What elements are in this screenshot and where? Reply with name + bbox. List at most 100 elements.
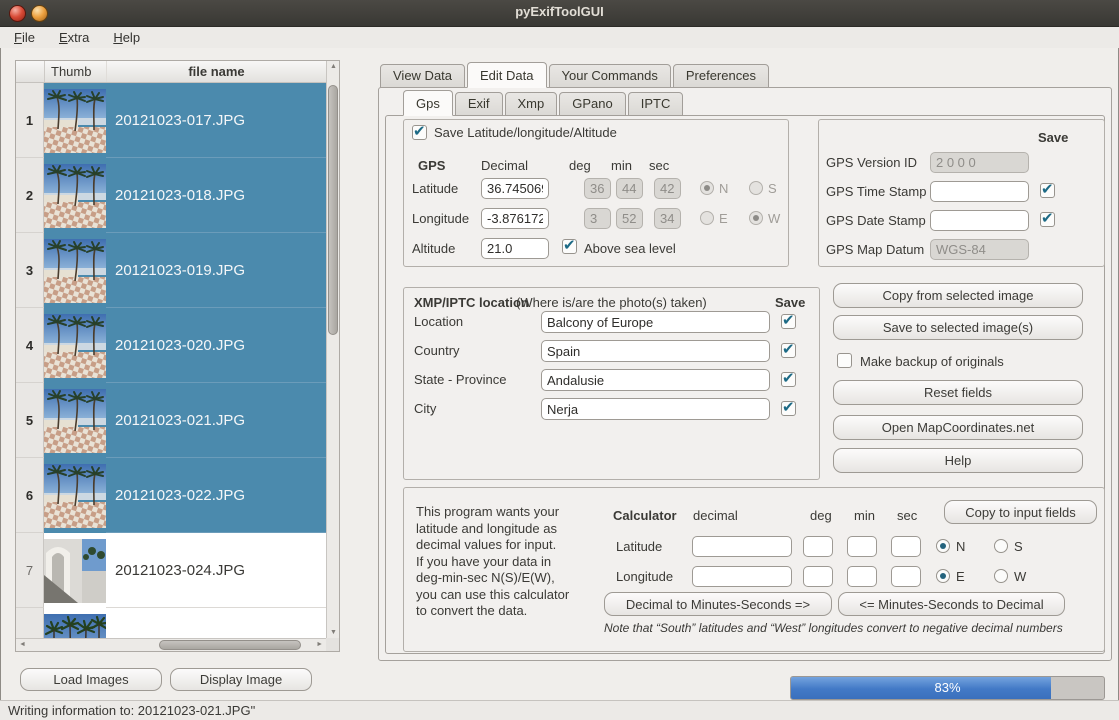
- save-state-checkbox[interactable]: [781, 372, 796, 387]
- scroll-up-icon[interactable]: ▲: [330, 63, 337, 70]
- row-number: 1: [16, 83, 44, 158]
- file-name[interactable]: 20121023-024.JPG: [106, 533, 326, 608]
- city-label: City: [414, 401, 436, 416]
- gps-time-stamp-label: GPS Time Stamp: [826, 184, 926, 199]
- file-name[interactable]: 20121023-017.JPG: [106, 83, 326, 158]
- calc-south-radio[interactable]: [994, 539, 1008, 553]
- load-images-button[interactable]: Load Images: [20, 668, 162, 691]
- gps-date-stamp-input[interactable]: [930, 210, 1029, 231]
- table-row[interactable]: 6 20121023-022.JPG: [16, 458, 326, 533]
- calc-longitude-decimal-input[interactable]: [692, 566, 792, 587]
- calc-east-radio[interactable]: [936, 569, 950, 583]
- menu-help[interactable]: Help: [103, 29, 150, 46]
- menu-file[interactable]: File: [4, 29, 45, 46]
- tab-preferences[interactable]: Preferences: [673, 64, 769, 88]
- table-row[interactable]: 3 20121023-019.JPG: [16, 233, 326, 308]
- altitude-input[interactable]: [481, 238, 549, 259]
- menu-extra[interactable]: Extra: [49, 29, 99, 46]
- save-location-checkbox[interactable]: [781, 314, 796, 329]
- calc-longitude-min-input[interactable]: [847, 566, 877, 587]
- file-name[interactable]: 20121023-021.JPG: [106, 383, 326, 458]
- tab-xmp[interactable]: Xmp: [505, 92, 558, 116]
- latitude-north-radio: [700, 181, 714, 195]
- table-row[interactable]: 5 20121023-021.JPG: [16, 383, 326, 458]
- file-name[interactable]: 20121023-019.JPG: [106, 233, 326, 308]
- row-number: 5: [16, 383, 44, 458]
- save-date-stamp-checkbox[interactable]: [1040, 212, 1055, 227]
- state-province-label: State - Province: [414, 372, 507, 387]
- calc-longitude-deg-input[interactable]: [803, 566, 833, 587]
- decimal-to-dms-button[interactable]: Decimal to Minutes-Seconds =>: [604, 592, 832, 616]
- above-sea-level-label: Above sea level: [584, 241, 676, 256]
- scroll-down-icon[interactable]: ▼: [330, 629, 337, 636]
- copy-to-input-fields-button[interactable]: Copy to input fields: [944, 500, 1097, 524]
- save-to-selected-button[interactable]: Save to selected image(s): [833, 315, 1083, 340]
- calc-north-radio[interactable]: [936, 539, 950, 553]
- filename-column-header[interactable]: file name: [107, 61, 326, 82]
- thumbnail-image[interactable]: [44, 464, 106, 528]
- table-row[interactable]: 7 20121023-024.JPG: [16, 533, 326, 608]
- copy-from-selected-button[interactable]: Copy from selected image: [833, 283, 1083, 308]
- latitude-decimal-input[interactable]: [481, 178, 549, 199]
- tab-exif[interactable]: Exif: [455, 92, 503, 116]
- horizontal-scrollbar[interactable]: ◄ ►: [16, 638, 326, 651]
- display-image-button[interactable]: Display Image: [170, 668, 312, 691]
- open-mapcoordinates-button[interactable]: Open MapCoordinates.net: [833, 415, 1083, 440]
- progress-bar-label: 83%: [791, 680, 1104, 695]
- table-row[interactable]: [16, 608, 326, 638]
- dms-to-decimal-button[interactable]: <= Minutes-Seconds to Decimal: [838, 592, 1065, 616]
- thumbnail-image[interactable]: [44, 164, 106, 228]
- tab-your-commands[interactable]: Your Commands: [549, 64, 671, 88]
- horizontal-scrollbar-thumb[interactable]: [159, 640, 302, 650]
- file-name[interactable]: 20121023-018.JPG: [106, 158, 326, 233]
- table-row[interactable]: 4 20121023-020.JPG: [16, 308, 326, 383]
- thumbnail-image[interactable]: [44, 389, 106, 453]
- save-time-stamp-checkbox[interactable]: [1040, 183, 1055, 198]
- xmp-save-header: Save: [775, 295, 805, 310]
- calc-latitude-sec-input[interactable]: [891, 536, 921, 557]
- save-city-checkbox[interactable]: [781, 401, 796, 416]
- calc-latitude-decimal-input[interactable]: [692, 536, 792, 557]
- scroll-left-icon[interactable]: ◄: [19, 641, 26, 648]
- vertical-scrollbar-thumb[interactable]: [328, 85, 338, 335]
- calculator-title: Calculator: [613, 508, 677, 523]
- city-input[interactable]: [541, 398, 770, 420]
- file-name[interactable]: 20121023-020.JPG: [106, 308, 326, 383]
- tab-edit-data[interactable]: Edit Data: [467, 62, 546, 88]
- tab-gpano[interactable]: GPano: [559, 92, 625, 116]
- table-row[interactable]: 1 20121023-017.JPG: [16, 83, 326, 158]
- calc-latitude-deg-input[interactable]: [803, 536, 833, 557]
- country-input[interactable]: [541, 340, 770, 362]
- tab-gps[interactable]: Gps: [403, 90, 453, 116]
- reset-fields-button[interactable]: Reset fields: [833, 380, 1083, 405]
- thumbnail-image[interactable]: [44, 314, 106, 378]
- save-country-checkbox[interactable]: [781, 343, 796, 358]
- altitude-label: Altitude: [412, 241, 455, 256]
- calc-west-radio[interactable]: [994, 569, 1008, 583]
- thumbnail-image[interactable]: [44, 614, 106, 639]
- file-name[interactable]: [106, 608, 326, 638]
- vertical-scrollbar[interactable]: ▲ ▼: [326, 61, 339, 638]
- thumbnail-image[interactable]: [44, 239, 106, 303]
- gps-column-header: GPS: [418, 158, 445, 173]
- table-row[interactable]: 2 20121023-018.JPG: [16, 158, 326, 233]
- location-input[interactable]: [541, 311, 770, 333]
- gps-sub-tab-bar: Gps Exif Xmp GPano IPTC: [403, 91, 683, 116]
- save-lat-lon-alt-checkbox[interactable]: [412, 125, 427, 140]
- calc-latitude-min-input[interactable]: [847, 536, 877, 557]
- thumbnail-image[interactable]: [44, 539, 106, 603]
- above-sea-level-checkbox[interactable]: [562, 239, 577, 254]
- state-province-input[interactable]: [541, 369, 770, 391]
- tab-iptc[interactable]: IPTC: [628, 92, 684, 116]
- location-label: Location: [414, 314, 463, 329]
- tab-view-data[interactable]: View Data: [380, 64, 465, 88]
- longitude-decimal-input[interactable]: [481, 208, 549, 229]
- calc-longitude-sec-input[interactable]: [891, 566, 921, 587]
- gps-time-stamp-input[interactable]: [930, 181, 1029, 202]
- thumbnail-image[interactable]: [44, 89, 106, 153]
- make-backup-checkbox[interactable]: [837, 353, 852, 368]
- thumb-column-header[interactable]: Thumb: [45, 61, 107, 82]
- file-name[interactable]: 20121023-022.JPG: [106, 458, 326, 533]
- scroll-right-icon[interactable]: ►: [316, 641, 323, 648]
- help-button[interactable]: Help: [833, 448, 1083, 473]
